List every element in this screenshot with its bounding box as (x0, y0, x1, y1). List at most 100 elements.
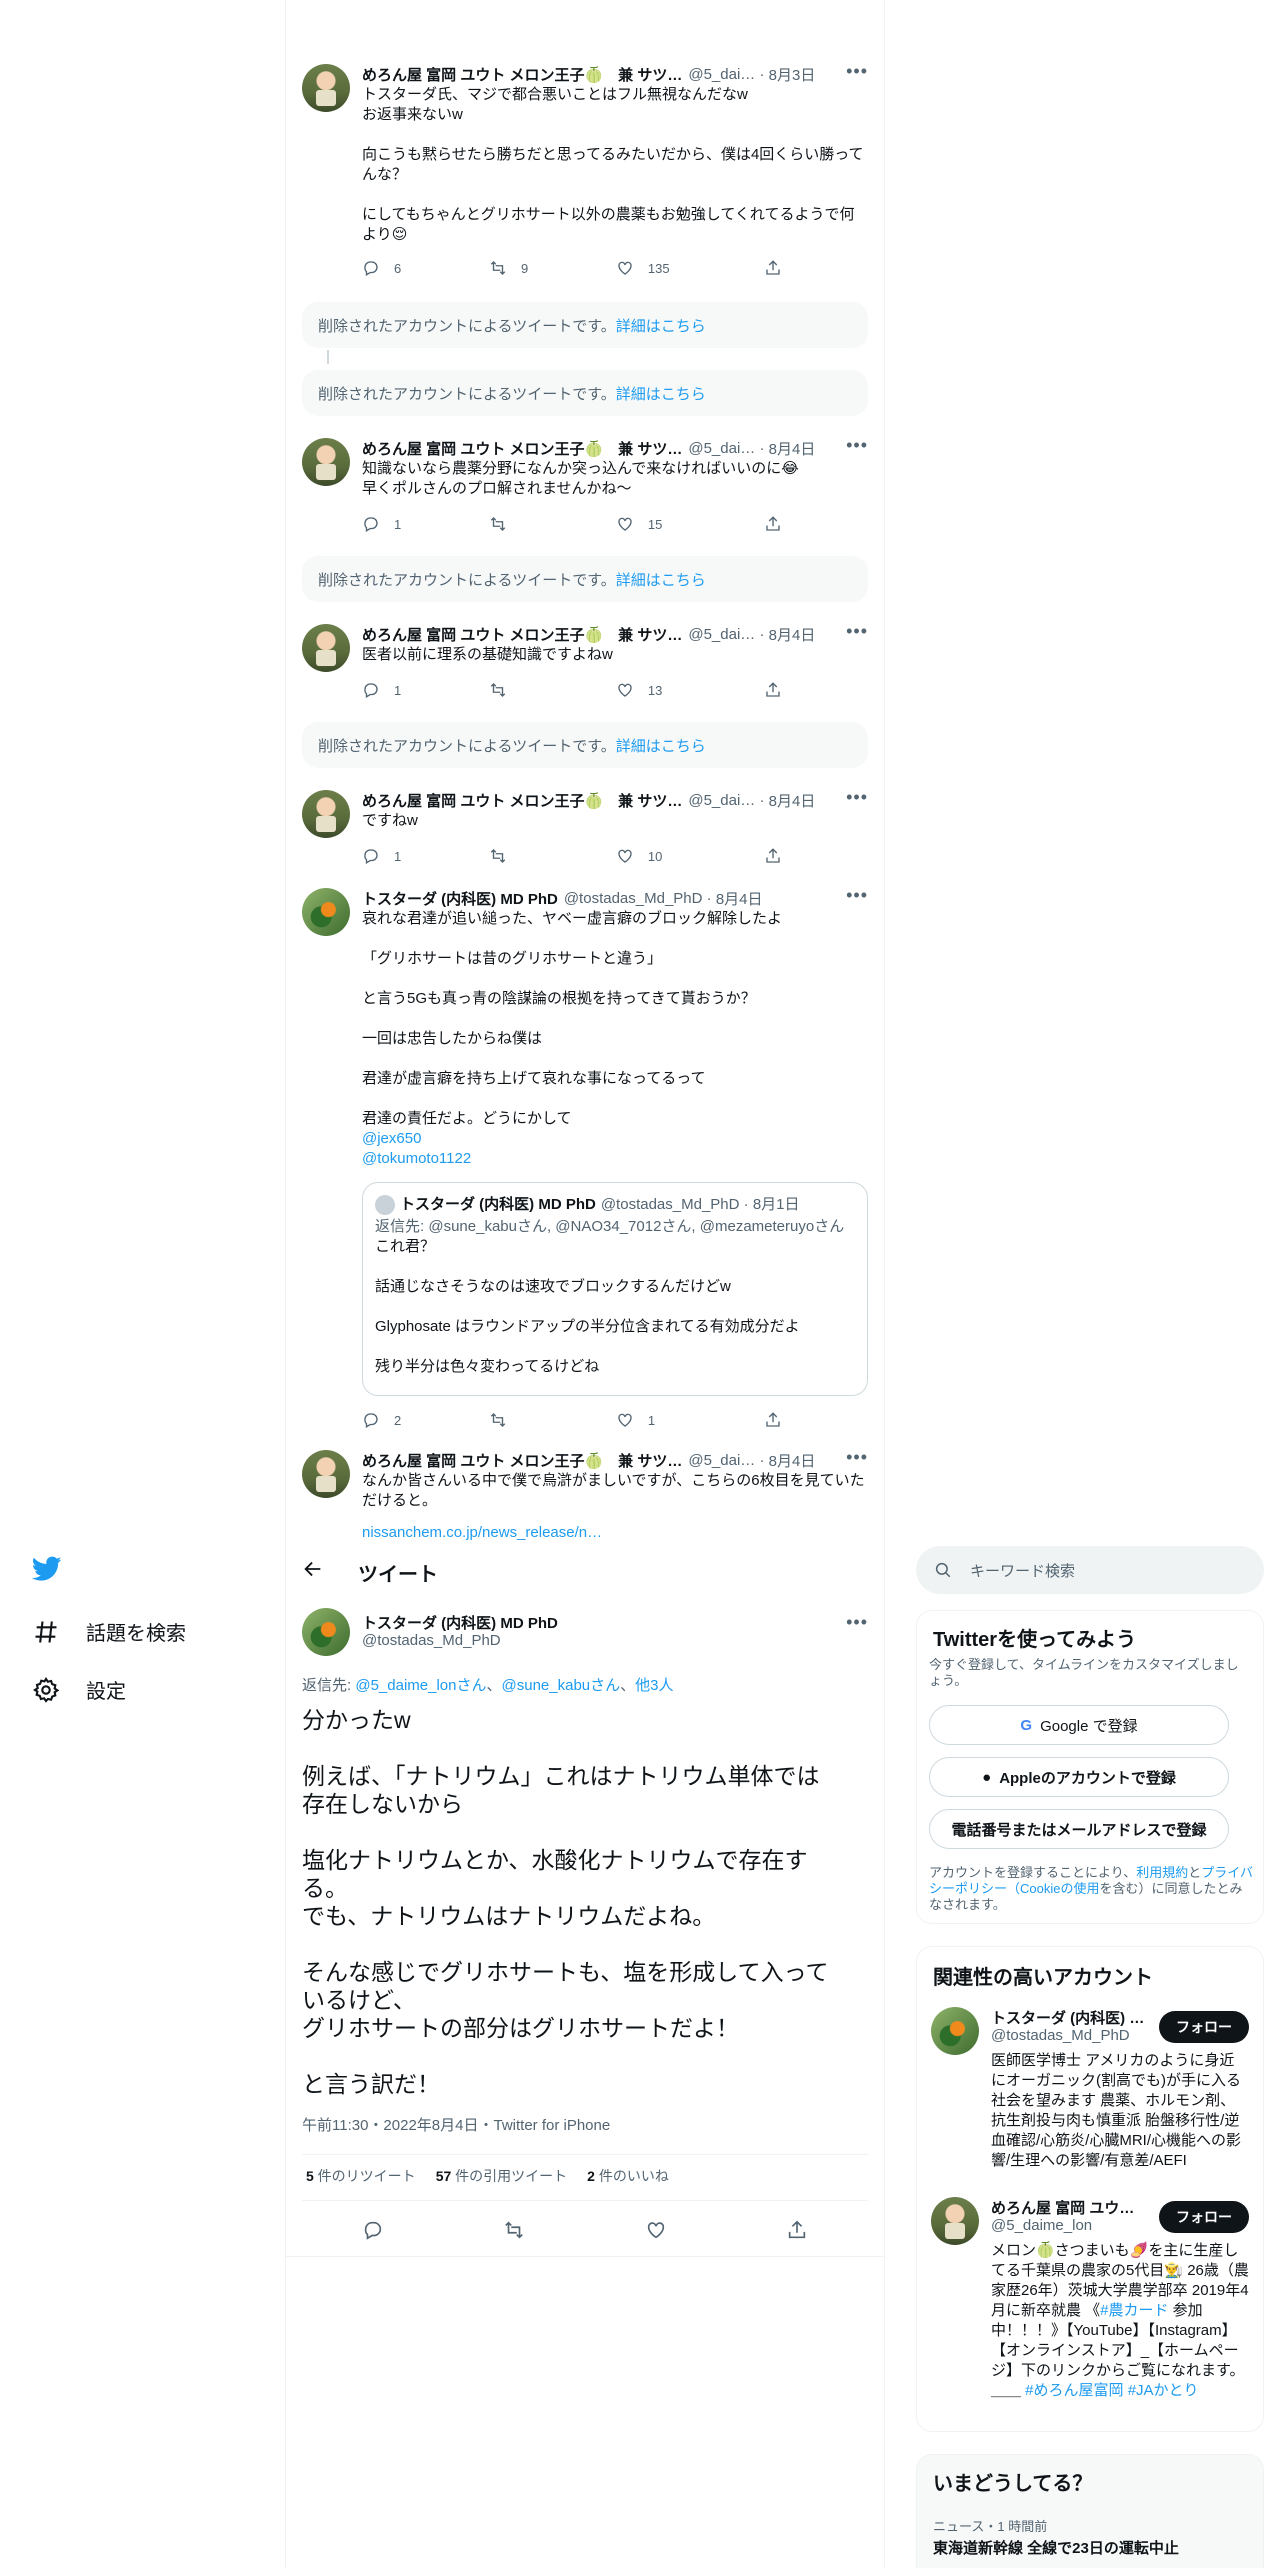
reply-button[interactable]: 6 (362, 258, 489, 278)
share-button[interactable] (764, 1410, 782, 1430)
nav-settings[interactable]: 設定 (32, 1675, 126, 1704)
reply-button[interactable]: 1 (362, 846, 489, 866)
details-link[interactable]: 詳細はこちら (616, 318, 706, 335)
follow-button[interactable]: フォロー (1159, 2201, 1249, 2233)
avatar[interactable] (302, 888, 350, 936)
author-handle[interactable]: @5_dai… (688, 792, 755, 809)
quoted-tweet[interactable]: トスターダ (内科医) MD PhD @tostadas_Md_PhD · 8月… (362, 1182, 868, 1396)
author-name[interactable]: めろん屋 富岡 ユウト メロン王子🍈 兼 サツ… (362, 64, 682, 85)
avatar[interactable] (302, 64, 350, 112)
avatar[interactable] (302, 438, 350, 486)
details-link[interactable]: 詳細はこちら (616, 386, 706, 403)
tweet-date[interactable]: 8月4日 (769, 790, 816, 811)
hashtag-link[interactable]: #農カード (1100, 2302, 1168, 2319)
more-icon[interactable]: ••• (846, 1612, 868, 1633)
reply-user-link[interactable]: @sune_kabuさん (502, 1677, 621, 1694)
thread-tweet[interactable]: めろん屋 富岡 ユウト メロン王子🍈 兼 サツ… @5_dai… · 8月4日 … (302, 1450, 868, 1546)
retweet-button[interactable] (489, 680, 616, 700)
more-icon[interactable]: ••• (846, 886, 868, 904)
tweet-date[interactable]: 8月4日 (769, 1450, 816, 1471)
author-handle[interactable]: @5_dai… (688, 626, 755, 643)
twitter-logo-icon[interactable] (31, 1556, 62, 1587)
trend-title[interactable]: 東海道新幹線 全線で23日の運転中止 (933, 2539, 1193, 2559)
terms-link[interactable]: 利用規約 (1136, 1865, 1188, 1880)
likes-stat[interactable]: 2 件のいいね (587, 2166, 669, 2186)
reply-others-link[interactable]: 他3人 (635, 1677, 673, 1694)
avatar[interactable] (931, 2007, 979, 2055)
author-name[interactable]: めろん屋 富岡 ユウト メロン王子🍈 兼 サツ… (362, 790, 682, 811)
author-name[interactable]: めろん屋 富岡 ユウト メロン王子🍈 兼 サツ… (362, 624, 682, 645)
more-icon[interactable]: ••• (846, 62, 868, 80)
tweet-date[interactable]: 8月4日 (769, 624, 816, 645)
share-button[interactable] (764, 258, 782, 278)
author-handle[interactable]: @tostadas_Md_PhD (362, 1632, 501, 1649)
avatar[interactable] (302, 1450, 350, 1498)
like-button[interactable]: 13 (616, 680, 764, 700)
reply-user-link[interactable]: @5_daime_lonさん (355, 1677, 486, 1694)
thread-tweet[interactable]: めろん屋 富岡 ユウト メロン王子🍈 兼 サツ… @5_dai… · 8月4日 … (302, 622, 868, 704)
share-icon[interactable] (786, 2219, 808, 2241)
more-icon[interactable]: ••• (846, 788, 868, 806)
share-button[interactable] (764, 680, 782, 700)
heart-icon[interactable] (645, 2219, 667, 2241)
reply-button[interactable]: 1 (362, 680, 489, 700)
mention-link[interactable]: @jex650 (362, 1129, 868, 1149)
hashtag-link[interactable]: #めろん屋富岡 (1025, 2382, 1123, 2399)
author-name[interactable]: めろん屋 富岡 ユウト メロン王子🍈 兼 サツ… (362, 438, 682, 459)
deleted-text: 削除されたアカウントによるツイートです。 (318, 738, 616, 755)
tweet-timestamp[interactable]: 午前11:30・2022年8月4日・Twitter for iPhone (302, 2114, 610, 2135)
share-button[interactable] (764, 514, 782, 534)
thread-tweet[interactable]: めろん屋 富岡 ユウト メロン王子🍈 兼 サツ… @5_dai… · 8月3日 … (302, 62, 868, 294)
nav-explore[interactable]: 話題を検索 (32, 1617, 186, 1646)
hashtag-link[interactable]: #JAかとり (1128, 2382, 1199, 2399)
google-signup-button[interactable]: G Google で登録 (929, 1705, 1229, 1745)
quotes-stat[interactable]: 57 件の引用ツイート (436, 2166, 567, 2186)
author-handle[interactable]: @5_dai… (688, 440, 755, 457)
details-link[interactable]: 詳細はこちら (616, 572, 706, 589)
search-box[interactable]: キーワード検索 (916, 1546, 1264, 1594)
follow-button[interactable]: フォロー (1159, 2011, 1249, 2043)
back-button[interactable] (302, 1558, 324, 1585)
more-icon[interactable]: ••• (846, 1450, 868, 1466)
account-name[interactable]: めろん屋 富岡 ユウ… (991, 2197, 1134, 2218)
tweet-date[interactable]: 8月4日 (769, 438, 816, 459)
author-handle[interactable]: @tostadas_Md_PhD (564, 890, 703, 907)
more-icon[interactable]: ••• (846, 436, 868, 454)
retweet-button[interactable] (489, 846, 616, 866)
mention-link[interactable]: @tokumoto1122 (362, 1149, 868, 1169)
tweet-date[interactable]: 8月3日 (769, 64, 816, 85)
phone-email-signup-button[interactable]: 電話番号またはメールアドレスで登録 (929, 1809, 1229, 1849)
avatar[interactable] (302, 1608, 350, 1656)
apple-signup-button[interactable]: ● Appleのアカウントで登録 (929, 1757, 1229, 1797)
author-name[interactable]: トスターダ (内科医) MD PhD (362, 1612, 558, 1633)
like-button[interactable]: 10 (616, 846, 764, 866)
reply-button[interactable]: 1 (362, 514, 489, 534)
like-button[interactable]: 1 (616, 1410, 764, 1430)
avatar[interactable] (931, 2197, 979, 2245)
retweet-button[interactable] (489, 1410, 616, 1430)
like-button[interactable]: 15 (616, 514, 764, 534)
tweet-date[interactable]: 8月4日 (716, 888, 763, 909)
share-button[interactable] (764, 846, 782, 866)
reply-button[interactable]: 2 (362, 1410, 489, 1430)
thread-tweet[interactable]: めろん屋 富岡 ユウト メロン王子🍈 兼 サツ… @5_dai… · 8月4日 … (302, 436, 868, 538)
retweets-stat[interactable]: 5 件のリツイート (306, 2166, 416, 2186)
thread-tweet[interactable]: めろん屋 富岡 ユウト メロン王子🍈 兼 サツ… @5_dai… · 8月4日 … (302, 788, 868, 870)
details-link[interactable]: 詳細はこちら (616, 738, 706, 755)
more-icon[interactable]: ••• (846, 622, 868, 640)
author-handle[interactable]: @5_dai… (688, 66, 755, 83)
reply-icon[interactable] (362, 2219, 384, 2241)
author-name[interactable]: トスターダ (内科医) MD PhD (362, 888, 558, 909)
author-handle[interactable]: @5_dai… (688, 1452, 755, 1469)
avatar[interactable] (302, 790, 350, 838)
author-name[interactable]: めろん屋 富岡 ユウト メロン王子🍈 兼 サツ… (362, 1450, 682, 1471)
like-button[interactable]: 135 (616, 258, 764, 278)
retweet-button[interactable]: 9 (489, 258, 616, 278)
account-name[interactable]: トスターダ (内科医) … (991, 2007, 1144, 2028)
retweet-icon[interactable] (503, 2219, 525, 2241)
external-link[interactable]: nissanchem.co.jp/news_release/n… (362, 1523, 868, 1543)
retweet-button[interactable] (489, 514, 616, 534)
avatar[interactable] (302, 624, 350, 672)
account-handle[interactable]: @tostadas_Md_PhD (991, 2027, 1130, 2044)
account-handle[interactable]: @5_daime_lon (991, 2217, 1092, 2234)
